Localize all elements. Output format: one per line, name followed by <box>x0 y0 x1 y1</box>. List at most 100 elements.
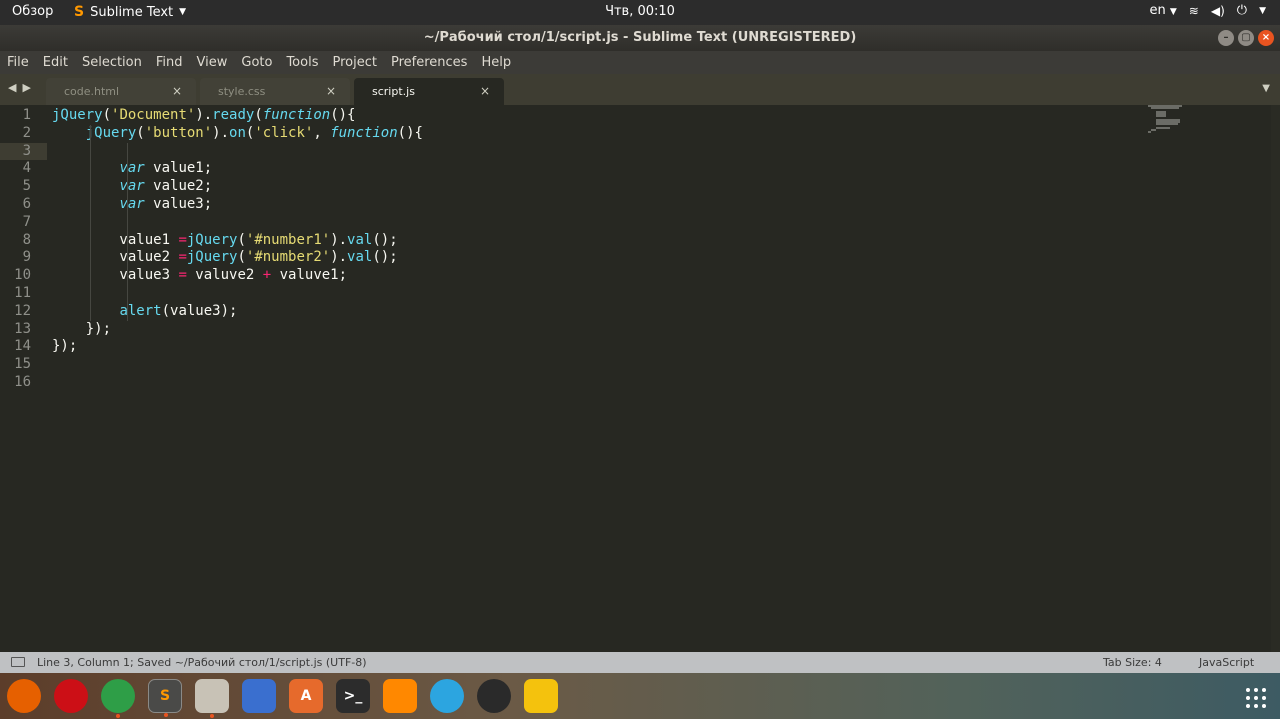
code-line[interactable]: var value1; <box>52 160 212 178</box>
code-token: }); <box>52 338 78 355</box>
tab-script-js[interactable]: script.js × <box>354 78 504 105</box>
volume-icon: ◀) <box>1210 3 1225 18</box>
software-center-icon[interactable]: A <box>289 679 323 713</box>
syntax-selector[interactable]: JavaScript <box>1199 652 1254 673</box>
code-line[interactable]: }); <box>52 321 111 339</box>
tab-bar: ◀ ▶ code.html × style.css × script.js × … <box>0 74 1280 105</box>
menu-item-help[interactable]: Help <box>481 55 517 70</box>
tab-size-selector[interactable]: Tab Size: 4 <box>1103 652 1162 673</box>
code-token: val <box>347 249 373 266</box>
code-token: val <box>347 231 373 248</box>
code-editor[interactable]: 1 2 3 4 5 6 7 8 9 10 11 12 13 14 15 16 jQuery('Document… <box>0 105 1280 652</box>
indent-guide <box>89 124 91 321</box>
code-token: , <box>313 124 331 141</box>
tab-code-html[interactable]: code.html × <box>46 78 196 105</box>
close-tab-icon[interactable]: × <box>326 78 336 105</box>
code-token: (){ <box>330 107 356 123</box>
line-number-gutter: 1 2 3 4 5 6 7 8 9 10 11 12 13 14 15 16 <box>0 105 46 652</box>
document-viewer-icon[interactable] <box>242 679 276 713</box>
code-line[interactable]: var value2; <box>52 178 212 196</box>
top-panel: Обзор S Sublime Text ▼ Чтв, 00:10 en ▼ ≋… <box>0 0 1280 25</box>
menu-item-tools[interactable]: Tools <box>286 55 324 70</box>
close-tab-icon[interactable]: × <box>172 78 182 105</box>
system-tray[interactable]: en ▼ ≋ ◀) ⏻ ▼ <box>1149 3 1266 18</box>
menu-item-preferences[interactable]: Preferences <box>391 55 473 70</box>
console-toggle-icon[interactable] <box>11 657 25 667</box>
chrome-icon[interactable] <box>101 679 135 718</box>
close-tab-icon[interactable]: × <box>480 78 490 105</box>
maximize-button[interactable]: ▢ <box>1238 30 1254 46</box>
code-token: on <box>229 124 246 141</box>
tab-nav-right-icon[interactable]: ▶ <box>22 81 30 94</box>
code-token: 'click' <box>254 124 314 141</box>
tab-style-css[interactable]: style.css × <box>200 78 350 105</box>
opera-icon[interactable] <box>54 679 88 713</box>
minimap[interactable] <box>1148 105 1192 135</box>
line-number: 1 <box>22 107 31 123</box>
code-token: value1; <box>144 160 213 177</box>
archive-manager-icon[interactable] <box>195 679 229 718</box>
line-number: 13 <box>14 320 31 337</box>
code-token: valuve1; <box>271 267 348 284</box>
dock-icon-glyph: >_ <box>343 688 363 704</box>
sublime-text-icon[interactable]: S <box>148 679 182 717</box>
tab-nav-left-icon[interactable]: ◀ <box>8 81 16 94</box>
line-number: 10 <box>14 267 31 284</box>
clock[interactable]: Чтв, 00:10 <box>0 4 1280 19</box>
menu-item-goto[interactable]: Goto <box>241 55 278 70</box>
code-token: jQuery <box>52 107 103 123</box>
menu-item-selection[interactable]: Selection <box>82 55 148 70</box>
power-icon: ⏻ <box>1236 3 1248 18</box>
firefox-icon[interactable] <box>7 679 41 713</box>
line-number: 14 <box>14 338 31 355</box>
menu-item-file[interactable]: File <box>7 55 35 70</box>
code-token: (); <box>372 249 398 266</box>
code-token: '#number2' <box>245 249 331 266</box>
code-token: ). <box>330 231 348 248</box>
vertical-scrollbar[interactable] <box>1271 105 1280 652</box>
code-line[interactable]: var value3; <box>52 196 212 214</box>
menu-item-project[interactable]: Project <box>332 55 382 70</box>
davinci-resolve-icon[interactable] <box>477 679 511 713</box>
line-number: 3 <box>22 142 31 159</box>
menu-item-edit[interactable]: Edit <box>43 55 74 70</box>
line-number: 11 <box>14 285 31 301</box>
code-line[interactable]: value2 =jQuery('#number2').val(); <box>52 249 398 267</box>
code-token: (value3); <box>161 302 238 319</box>
telegram-icon[interactable] <box>430 679 464 713</box>
window-titlebar[interactable]: ~/Рабочий стол/1/script.js - Sublime Tex… <box>0 25 1280 51</box>
tab-label: script.js <box>372 85 415 98</box>
dock-icon-glyph: S <box>159 688 171 704</box>
menu-item-find[interactable]: Find <box>156 55 189 70</box>
code-line[interactable]: }); <box>52 338 77 356</box>
code-line[interactable]: alert(value3); <box>52 303 237 321</box>
code-token: var <box>119 160 145 177</box>
code-token: 'Document' <box>111 107 196 123</box>
minimap-line <box>1148 131 1151 133</box>
vlc-icon[interactable] <box>383 679 417 713</box>
close-button[interactable]: × <box>1258 30 1274 46</box>
lightbulb-app-icon[interactable] <box>524 679 558 713</box>
menu-item-view[interactable]: View <box>197 55 234 70</box>
code-token: var <box>119 196 145 212</box>
tab-overflow-menu-icon[interactable]: ▼ <box>1262 83 1270 94</box>
dock-icon-glyph: A <box>300 688 312 704</box>
code-token: + <box>262 267 272 284</box>
show-applications-icon[interactable] <box>1246 688 1266 708</box>
line-number: 9 <box>22 249 31 266</box>
minimize-button[interactable]: – <box>1218 30 1234 46</box>
code-line[interactable]: value3 = valuve2 + valuve1; <box>52 267 347 285</box>
code-line[interactable]: jQuery('Document').ready(function(){ <box>52 107 356 125</box>
code-line[interactable]: value1 =jQuery('#number1').val(); <box>52 231 397 250</box>
code-line[interactable]: jQuery('button').on('click', function(){ <box>52 125 423 143</box>
terminal-icon[interactable]: >_ <box>336 679 370 713</box>
code-token: value1 <box>52 231 179 248</box>
line-number: 16 <box>14 374 31 390</box>
language-indicator[interactable]: en ▼ <box>1149 3 1176 18</box>
code-token: = <box>178 249 187 266</box>
code-token: alert <box>119 302 162 319</box>
line-number: 6 <box>22 196 31 212</box>
